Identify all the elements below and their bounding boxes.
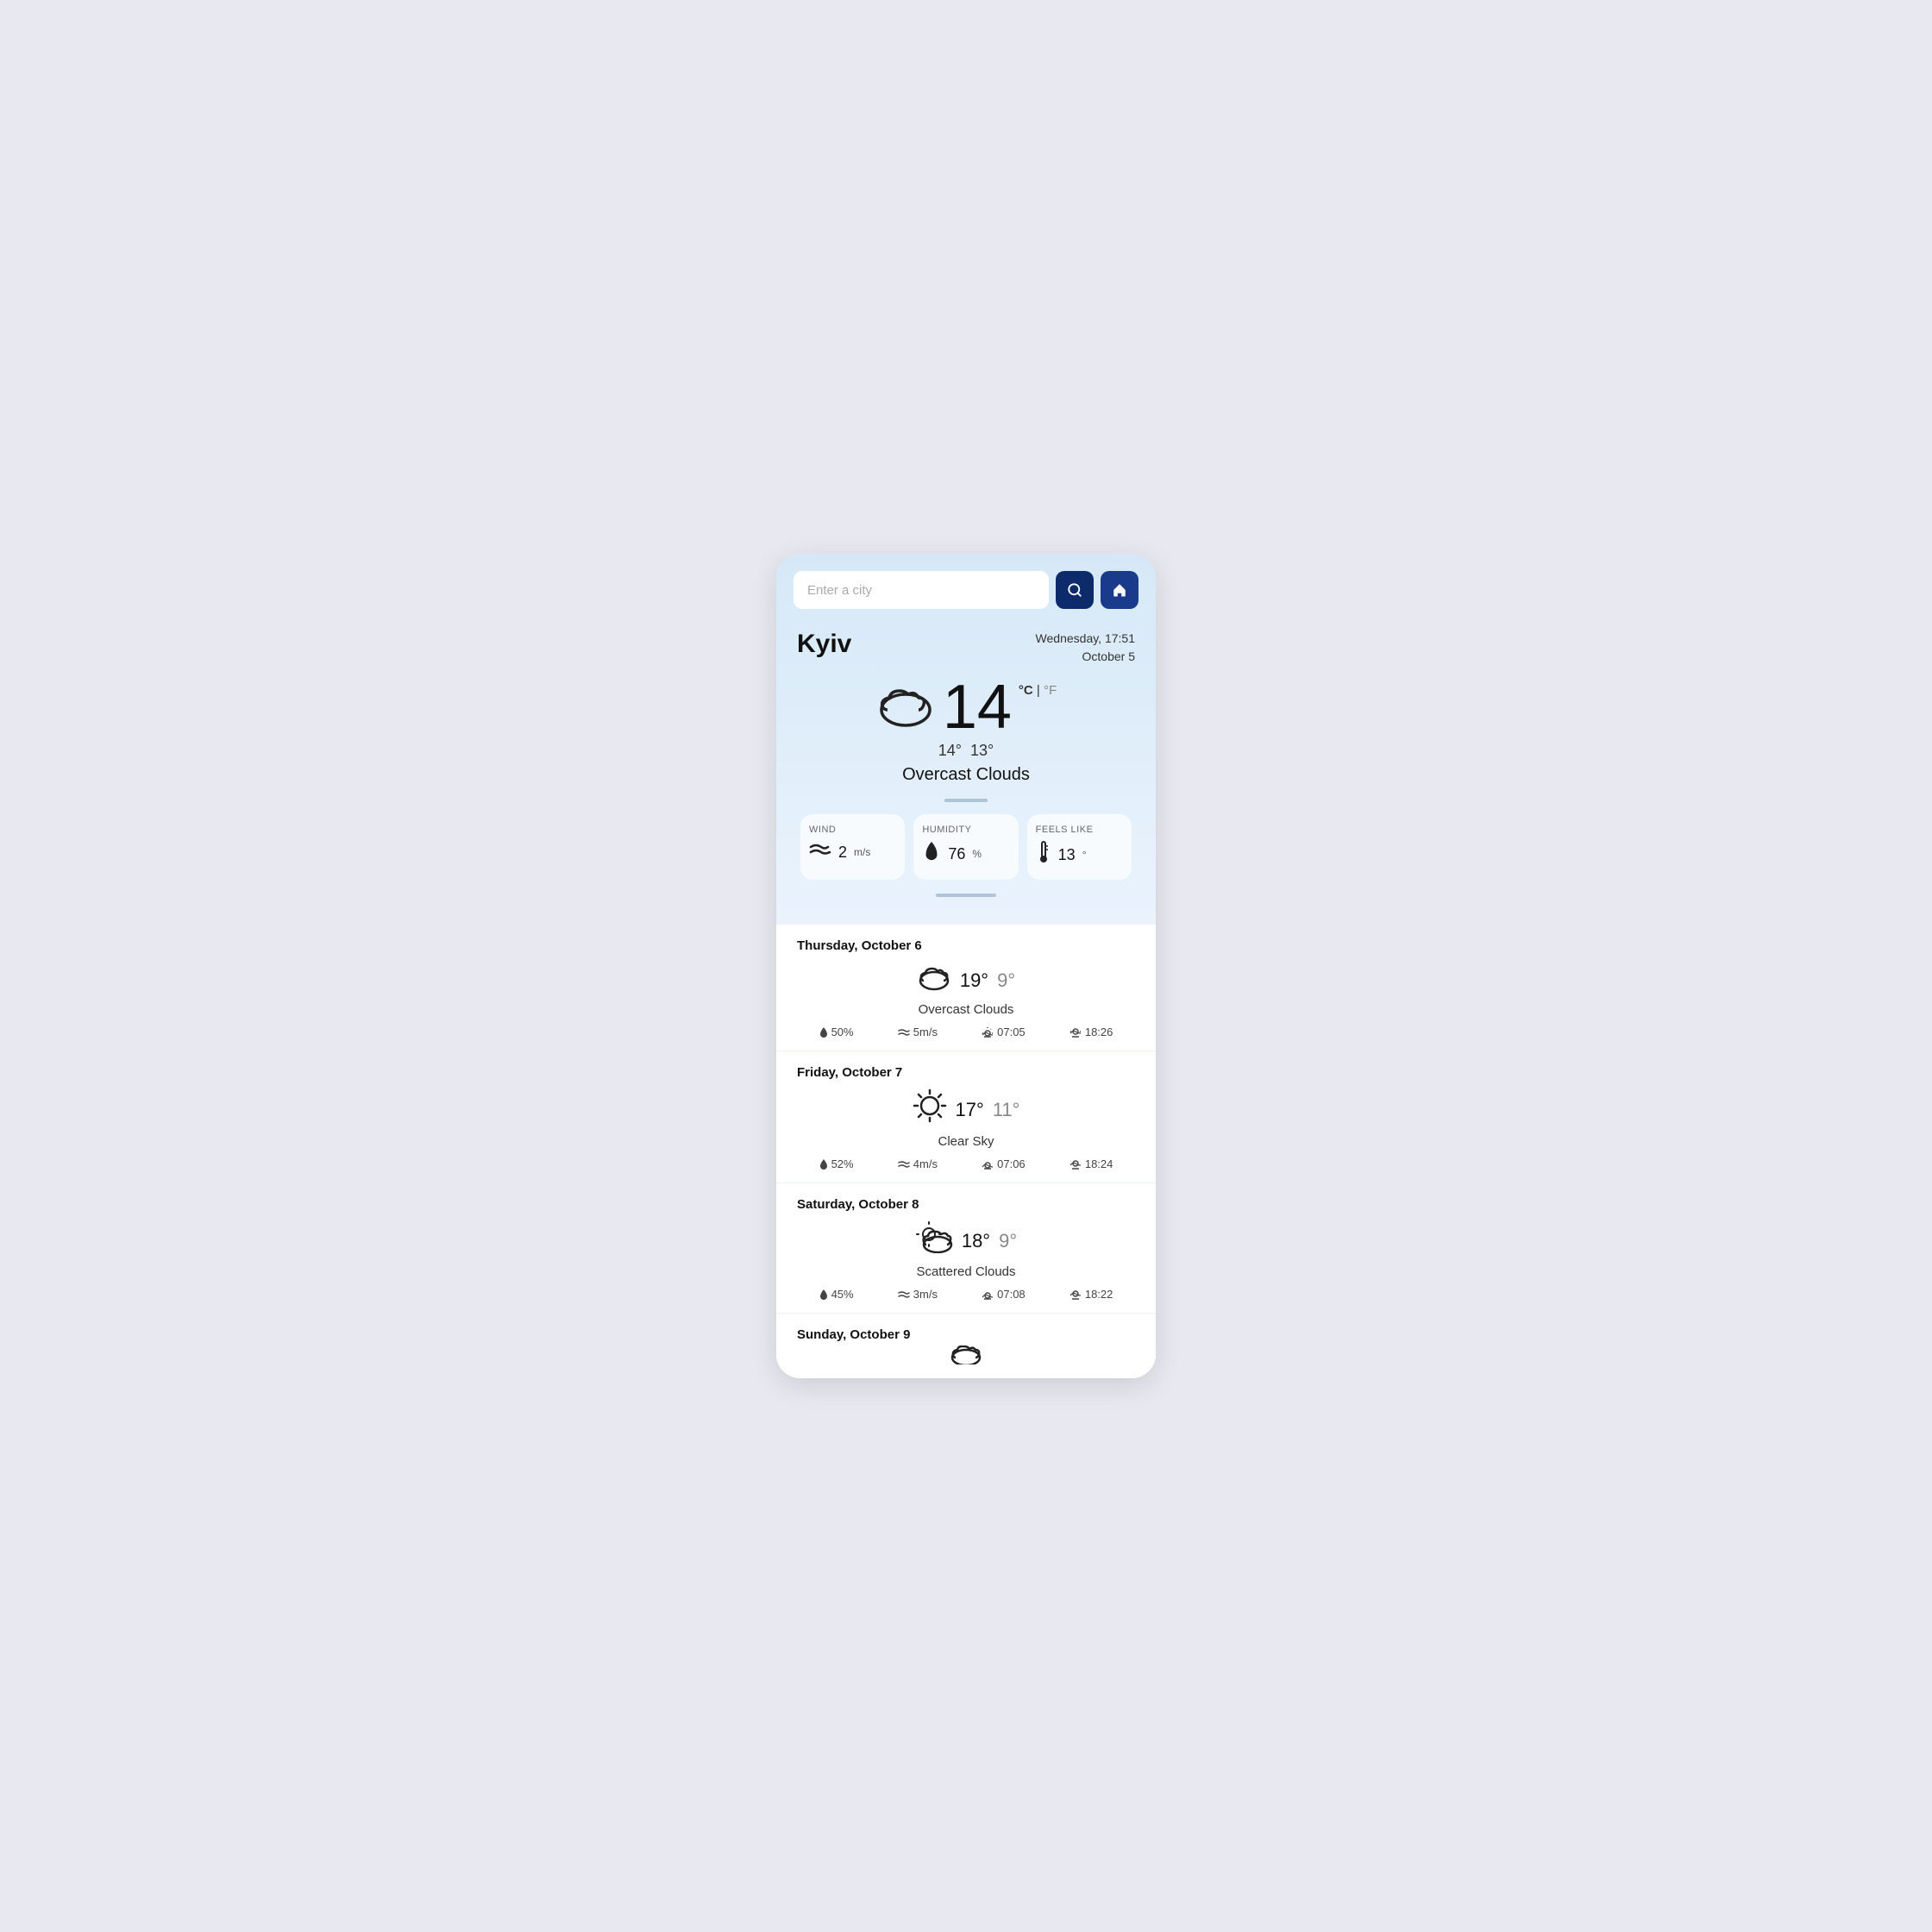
forecast-low-1: 11° — [993, 1099, 1020, 1121]
temp-range: 14° 13° — [938, 742, 994, 760]
forecast-high-1: 17° — [956, 1099, 984, 1121]
wind-icon — [809, 840, 831, 864]
forecast-section: Thursday, October 6 19° 9° Overcast Clou… — [776, 925, 1156, 1378]
feels-like-value-row: 13 ° — [1036, 840, 1123, 869]
forecast-sunset-0: 18:26 — [1070, 1026, 1113, 1038]
feels-like-card: FEELS LIKE 13 ° — [1027, 814, 1132, 880]
wind-icon-0 — [898, 1028, 910, 1037]
search-button[interactable] — [1056, 571, 1094, 609]
forecast-desc-2: Scattered Clouds — [797, 1264, 1135, 1279]
divider2 — [936, 894, 996, 897]
forecast-stats-1: 52% 4m/s 07:06 18:24 — [797, 1157, 1135, 1170]
humidity-value-row: 76 % — [922, 840, 1009, 868]
forecast-temp-row-2: 18° 9° — [797, 1220, 1135, 1261]
sunrise-icon-2 — [982, 1289, 994, 1300]
forecast-day-0: Thursday, October 6 — [797, 938, 1135, 953]
temp-row: 14 °C | °F — [875, 676, 1057, 738]
wind-value-row: 2 m/s — [809, 840, 896, 864]
humidity-unit: % — [972, 848, 982, 860]
forecast-wind-1: 4m/s — [898, 1157, 938, 1170]
search-input[interactable] — [794, 571, 1049, 609]
wind-label: WIND — [809, 825, 896, 835]
forecast-icon-2 — [915, 1220, 953, 1261]
search-bar — [776, 554, 1156, 623]
forecast-sunday-peek: Sunday, October 9 — [776, 1314, 1156, 1378]
search-icon — [1067, 582, 1082, 598]
forecast-desc-1: Clear Sky — [797, 1134, 1135, 1149]
forecast-wind-0: 5m/s — [898, 1026, 938, 1038]
forecast-humidity-0: 50% — [819, 1026, 854, 1038]
datetime: Wednesday, 17:51 October 5 — [1036, 630, 1135, 666]
main-weather: Kyiv Wednesday, 17:51 October 5 14 °C | — [776, 623, 1156, 914]
sunrise-icon-1 — [982, 1159, 994, 1170]
humidity-value: 76 — [948, 845, 965, 863]
forecast-saturday: Saturday, October 8 18° — [776, 1183, 1156, 1314]
forecast-stats-0: 50% 5m/s 07:05 18:26 — [797, 1026, 1135, 1038]
humidity-icon — [922, 840, 941, 868]
forecast-sunset-1: 18:24 — [1070, 1157, 1113, 1170]
forecast-icon-3 — [949, 1346, 983, 1364]
wind-card: WIND 2 m/s — [800, 814, 905, 880]
drop-icon-0 — [819, 1026, 828, 1038]
forecast-icon-0 — [917, 962, 951, 999]
drop-icon-2 — [819, 1289, 828, 1301]
forecast-sunrise-2: 07:08 — [982, 1288, 1026, 1301]
divider — [944, 799, 988, 802]
weather-main: 14 °C | °F 14° 13° Overcast Clouds — [797, 676, 1135, 785]
sunset-icon-1 — [1070, 1159, 1082, 1170]
feels-like-unit: ° — [1082, 849, 1087, 861]
wind-unit: m/s — [854, 846, 870, 858]
sunset-icon-0 — [1070, 1027, 1082, 1038]
forecast-sunrise-0: 07:05 — [982, 1026, 1026, 1038]
forecast-stats-2: 45% 3m/s 07:08 18:22 — [797, 1288, 1135, 1301]
app-container: Kyiv Wednesday, 17:51 October 5 14 °C | — [776, 554, 1156, 1378]
forecast-temp-row-1: 17° 11° — [797, 1088, 1135, 1131]
stats-row: WIND 2 m/s HUMIDITY — [800, 814, 1132, 880]
forecast-desc-0: Overcast Clouds — [797, 1002, 1135, 1017]
forecast-sunrise-1: 07:06 — [982, 1157, 1026, 1170]
sunset-icon-2 — [1070, 1289, 1082, 1300]
city-name: Kyiv — [797, 630, 851, 659]
forecast-icon-1 — [913, 1088, 947, 1131]
drop-icon-1 — [819, 1158, 828, 1170]
forecast-low-0: 9° — [997, 969, 1015, 992]
forecast-low-2: 9° — [999, 1230, 1017, 1252]
wind-value: 2 — [838, 844, 847, 862]
home-button[interactable] — [1101, 571, 1138, 609]
forecast-friday: Friday, October 7 17° — [776, 1051, 1156, 1183]
feels-like-value: 13 — [1058, 846, 1076, 864]
city-row: Kyiv Wednesday, 17:51 October 5 — [797, 630, 1135, 666]
forecast-high-0: 19° — [960, 969, 988, 992]
forecast-humidity-1: 52% — [819, 1157, 854, 1170]
sunrise-icon-0 — [982, 1027, 994, 1038]
forecast-day-1: Friday, October 7 — [797, 1065, 1135, 1080]
home-icon — [1112, 582, 1127, 598]
current-temp: 14 — [943, 676, 1012, 738]
forecast-sunset-2: 18:22 — [1070, 1288, 1113, 1301]
forecast-temp-row-0: 19° 9° — [797, 962, 1135, 999]
humidity-label: HUMIDITY — [922, 825, 1009, 835]
forecast-thursday: Thursday, October 6 19° 9° Overcast Clou… — [776, 925, 1156, 1051]
forecast-high-2: 18° — [962, 1230, 990, 1252]
forecast-day-3: Sunday, October 9 — [797, 1327, 1135, 1342]
humidity-card: HUMIDITY 76 % — [913, 814, 1018, 880]
forecast-humidity-2: 45% — [819, 1288, 854, 1301]
feels-like-label: FEELS LIKE — [1036, 825, 1123, 835]
wind-icon-2 — [898, 1290, 910, 1299]
forecast-wind-2: 3m/s — [898, 1288, 938, 1301]
current-weather-icon — [875, 677, 936, 738]
wind-icon-1 — [898, 1160, 910, 1169]
unit-toggle[interactable]: °C | °F — [1019, 683, 1057, 698]
thermometer-icon — [1036, 840, 1051, 869]
forecast-day-2: Saturday, October 8 — [797, 1197, 1135, 1212]
weather-description: Overcast Clouds — [902, 765, 1030, 785]
